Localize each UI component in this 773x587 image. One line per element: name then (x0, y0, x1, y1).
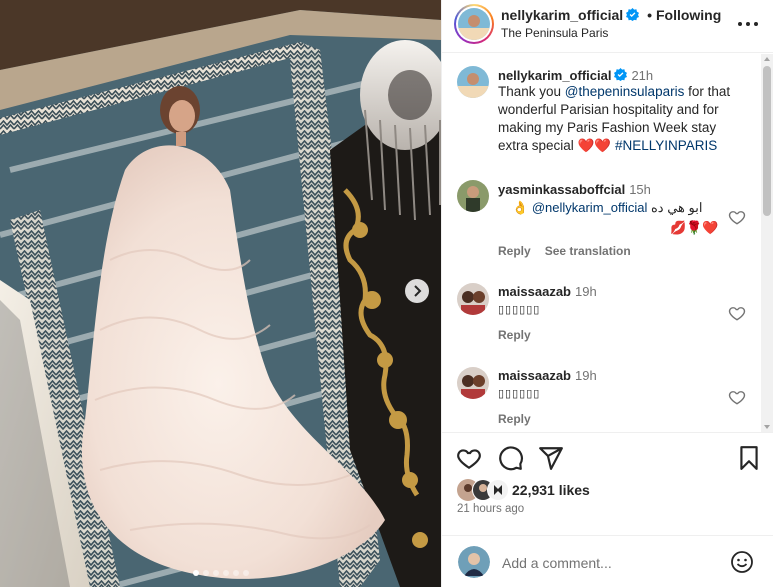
see-translation-button[interactable]: See translation (545, 244, 631, 258)
more-options-button[interactable] (736, 12, 760, 36)
caption-avatar[interactable] (457, 66, 489, 98)
comment-emoji-trail: 💋🌹❤️ (670, 220, 719, 235)
caption: nellykarim_official 21h Thank you @thepen… (442, 54, 760, 164)
reply-button[interactable]: Reply (498, 412, 531, 426)
reply-button[interactable]: Reply (498, 244, 531, 258)
add-comment-input[interactable] (502, 553, 722, 573)
comment-emoji: 👌 (512, 200, 529, 215)
caption-text: Thank you @thepeninsulaparis for that wo… (498, 83, 748, 155)
comment-rtl-text: ابو هي ده (651, 200, 703, 215)
comment-time[interactable]: 19h (575, 284, 597, 299)
carousel-dot (212, 570, 219, 576)
carousel-dots (0, 570, 441, 576)
comment-avatar[interactable] (457, 180, 489, 212)
heart-icon[interactable] (728, 388, 746, 406)
following-button[interactable]: Following (656, 7, 721, 23)
comment-text: 👌 @nellykarim_official ابو هي ده (512, 200, 712, 216)
avatar (457, 66, 489, 98)
avatar (457, 283, 489, 315)
scroll-down-arrow-icon[interactable] (764, 425, 770, 429)
story-ring[interactable] (454, 4, 494, 44)
comment-icon[interactable] (498, 445, 524, 471)
caption-time[interactable]: 21h (631, 68, 653, 83)
comment-item: maissaazab 19h ▯▯▯▯▯▯ Reply (442, 278, 760, 348)
current-user-avatar (458, 546, 490, 578)
post-detail-panel: nellykarim_official • Following The Penin… (441, 0, 773, 587)
heart-icon[interactable] (456, 445, 482, 471)
verified-badge-icon (626, 8, 640, 21)
comment-item: yasminkassaboffcial 15h 👌 @nellykarim_off… (442, 174, 760, 264)
more-horizontal-icon (738, 22, 758, 26)
comment-text: ▯▯▯▯▯▯ (498, 388, 541, 400)
carousel-dot (232, 570, 239, 576)
smiley-icon[interactable] (730, 550, 754, 574)
comment-username[interactable]: maissaazab (498, 284, 571, 299)
bookmark-icon[interactable] (736, 445, 762, 471)
comment-text: ▯▯▯▯▯▯ (498, 304, 541, 316)
post-timestamp[interactable]: 21 hours ago (457, 503, 524, 515)
post-header: nellykarim_official • Following The Penin… (442, 0, 773, 53)
carousel-dot (222, 570, 229, 576)
photo-staircase-scene (0, 0, 441, 587)
chevron-right-icon (414, 285, 422, 297)
follow-separator: • (647, 7, 652, 23)
carousel-dot (192, 570, 199, 576)
avatar (458, 8, 490, 40)
comment-time[interactable]: 15h (629, 182, 651, 197)
caption-hashtag-link[interactable]: #NELLYINPARIS (615, 138, 717, 153)
scroll-thumb[interactable] (763, 66, 771, 216)
heart-icon[interactable] (728, 208, 746, 226)
caption-emojis: ❤️❤️ (577, 138, 612, 153)
comment-avatar[interactable] (457, 283, 489, 315)
add-comment-bar (442, 535, 773, 587)
avatar (457, 180, 489, 212)
post-photo (0, 0, 441, 587)
carousel-dot (202, 570, 209, 576)
scroll-up-arrow-icon[interactable] (764, 57, 770, 61)
avatar (457, 367, 489, 399)
comment-avatar[interactable] (457, 367, 489, 399)
caption-username[interactable]: nellykarim_official (498, 68, 611, 83)
comments-list[interactable]: nellykarim_official 21h Thank you @thepen… (442, 54, 773, 432)
heart-icon[interactable] (728, 304, 746, 322)
comment-time[interactable]: 19h (575, 368, 597, 383)
likes-row: 22,931 likes (457, 479, 757, 501)
carousel-dot (242, 570, 249, 576)
send-icon[interactable] (538, 445, 564, 471)
location-link[interactable]: The Peninsula Paris (501, 26, 608, 40)
likes-count[interactable]: 22,931 likes (512, 482, 590, 498)
comment-username[interactable]: yasminkassaboffcial (498, 182, 625, 197)
caption-mention-link[interactable]: @thepeninsulaparis (565, 84, 685, 99)
next-image-button[interactable] (405, 279, 429, 303)
reply-button[interactable]: Reply (498, 328, 531, 342)
verified-badge-icon (614, 68, 628, 81)
comment-item: maissaazab 19h ▯▯▯▯▯▯ Reply (442, 362, 760, 432)
comment-mention-link[interactable]: @nellykarim_official (532, 200, 648, 215)
header-username[interactable]: nellykarim_official (501, 7, 623, 23)
comments-scrollbar[interactable] (761, 54, 773, 432)
comment-username[interactable]: maissaazab (498, 368, 571, 383)
liker-avatar[interactable] (487, 479, 509, 501)
caption-text-part: Thank you (498, 84, 565, 99)
